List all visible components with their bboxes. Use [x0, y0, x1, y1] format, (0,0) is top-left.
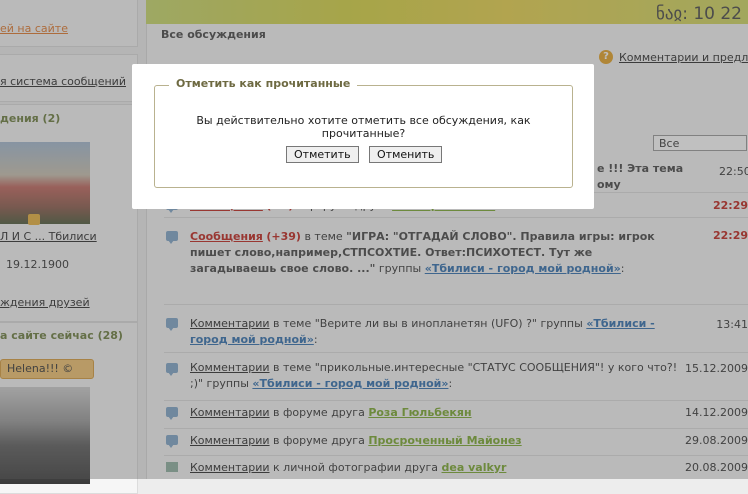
cancel-button[interactable]: Отменить [369, 146, 443, 163]
mark-read-dialog: Отметить как прочитанные Вы действительн… [132, 64, 594, 209]
dialog-message: Вы действительно хотите отметить все обс… [196, 114, 531, 140]
dialog-fieldset: Отметить как прочитанные Вы действительн… [154, 77, 573, 188]
confirm-button[interactable]: Отметить [286, 146, 359, 163]
dialog-title: Отметить как прочитанные [169, 77, 358, 90]
